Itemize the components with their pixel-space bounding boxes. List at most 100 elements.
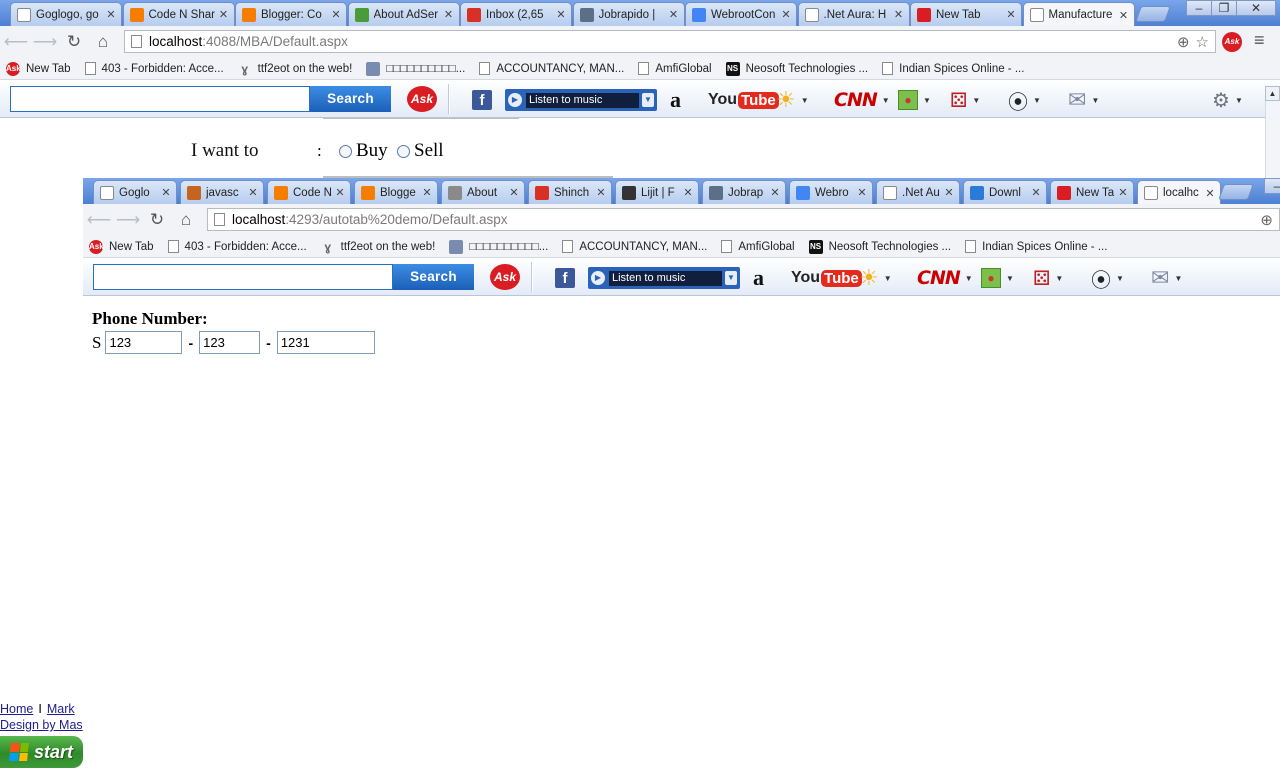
cnn-icon[interactable]: CNN ▼ [917,267,973,289]
cnn-icon[interactable]: CNN ▼ [834,89,890,111]
bookmark-item[interactable]: AmfiGlobal [721,240,795,253]
close-tab-icon[interactable]: ✕ [769,186,781,199]
browser-tab[interactable]: New Tab ✕ [910,2,1022,26]
close-tab-icon[interactable]: ✕ [943,186,955,199]
bookmark-item[interactable]: NS Neosoft Technologies ... [725,61,868,76]
reload-icon[interactable]: ↻ [144,208,170,232]
home-icon[interactable]: ⌂ [90,30,116,54]
music-player[interactable]: ▶ Listen to music ▼ [588,267,740,289]
browser-tab[interactable]: localhc ✕ [1137,180,1221,205]
outer-address-bar[interactable]: localhost:4088/MBA/Default.aspx ⊕ ☆ [124,30,1216,53]
close-tab-icon[interactable]: ✕ [595,186,607,199]
new-tab-button[interactable] [1135,6,1171,22]
close-tab-icon[interactable]: ✕ [421,186,433,199]
close-tab-icon[interactable]: ✕ [1005,8,1017,21]
bookmark-item[interactable]: ACCOUNTANCY, MAN... [479,62,624,75]
bookmark-item[interactable]: Indian Spices Online - ... [882,62,1024,75]
browser-tab[interactable]: javasc ✕ [180,180,264,204]
browser-tab[interactable]: Goglogo, go ✕ [10,2,122,26]
music-player[interactable]: ▶ Listen to music ▼ [505,89,657,111]
inner-address-bar[interactable]: localhost:4293/autotab%20demo/Default.as… [207,208,1280,231]
youtube-icon[interactable]: You Tube [791,267,862,289]
browser-tab[interactable]: Shinch ✕ [528,180,612,204]
mail-icon[interactable]: ✉ ▼ [1068,87,1099,112]
amazon-icon[interactable]: a [670,87,681,112]
reload-icon[interactable]: ↻ [61,30,87,54]
forward-icon[interactable]: ⟶ [115,208,141,232]
close-tab-icon[interactable]: ✕ [780,8,792,21]
browser-tab[interactable]: Inbox (2,65 ✕ [460,2,572,26]
games-dice-icon[interactable]: ⚄ ▼ [1033,267,1063,290]
amazon-icon[interactable]: a [753,265,764,290]
close-tab-icon[interactable]: ✕ [1117,186,1129,199]
bookmark-item[interactable]: NS Neosoft Technologies ... [808,239,951,254]
phone-area-code-field[interactable] [105,331,183,354]
close-tab-icon[interactable]: ✕ [555,8,567,21]
forward-icon[interactable]: ⟶ [32,30,58,54]
weather-icon[interactable]: ☀ ▼ [776,87,809,112]
browser-tab[interactable]: About ✕ [441,180,525,204]
bookmark-item[interactable]: AmfiGlobal [638,62,712,75]
ask-search-input[interactable] [93,264,393,290]
ask-search-input[interactable] [10,86,310,112]
close-tab-icon[interactable]: ✕ [668,8,680,21]
phone-exchange-field[interactable] [199,331,261,354]
buy-radio[interactable] [339,144,352,158]
bookmark-item[interactable]: Indian Spices Online - ... [965,240,1107,253]
browser-tab[interactable]: Jobrap ✕ [702,180,786,204]
ask-logo-icon[interactable]: Ask [407,86,437,112]
gear-icon[interactable]: ⚙ ▼ [1212,89,1243,112]
play-icon[interactable]: ▶ [591,271,605,285]
maps-icon[interactable]: ● ▼ [981,267,1014,289]
chevron-down-icon[interactable]: ▼ [725,271,737,285]
close-tab-icon[interactable]: ✕ [247,186,259,199]
sell-radio[interactable] [397,144,410,158]
close-tab-icon[interactable]: ✕ [1030,186,1042,199]
browser-tab[interactable]: Downl ✕ [963,180,1047,204]
weather-icon[interactable]: ☀ ▼ [859,265,892,290]
zoom-icon[interactable]: ⊕ [1260,211,1273,229]
close-tab-icon[interactable]: ✕ [893,8,905,21]
ask-extension-icon[interactable]: Ask [1222,32,1242,52]
maps-icon[interactable]: ● ▼ [898,89,931,111]
browser-tab[interactable]: Lijit | F ✕ [615,180,699,204]
close-tab-icon[interactable]: ✕ [160,186,172,199]
zoom-icon[interactable]: ⊕ [1177,33,1190,51]
browser-tab[interactable]: Jobrapido | ✕ [572,2,685,26]
close-tab-icon[interactable]: ✕ [105,8,117,21]
dictionary-icon[interactable]: ⦿ ▼ [1008,89,1041,114]
new-tab-button[interactable] [1218,184,1254,200]
footer-design-link[interactable]: Design by Mas [0,718,83,732]
browser-tab[interactable]: New Ta ✕ [1050,180,1134,204]
bookmark-star-icon[interactable]: ☆ [1196,33,1209,51]
browser-tab[interactable]: Blogger: Co ✕ [235,2,347,26]
close-tab-icon[interactable]: ✕ [1204,187,1216,200]
bookmark-item[interactable]: ɣ ttf2eot on the web! [321,240,435,254]
restore-icon[interactable]: ❐ [1211,0,1237,16]
browser-tab[interactable]: WebrootCon ✕ [685,2,797,26]
bookmark-item[interactable]: □□□□□□□□□□... [366,61,465,76]
browser-tab[interactable]: Manufacture ✕ [1022,2,1135,27]
browser-tab[interactable]: .Net Au ✕ [876,180,960,204]
bookmark-item[interactable]: Ask New Tab [6,61,71,76]
ask-search-button[interactable]: Search [310,86,391,112]
ask-logo-icon[interactable]: Ask [490,264,520,290]
home-icon[interactable]: ⌂ [173,208,199,232]
browser-tab[interactable]: .Net Aura: H ✕ [797,2,910,26]
minimize-icon[interactable]: – [1186,0,1212,16]
sell-radio-option[interactable]: Sell [397,140,444,162]
bookmark-item[interactable]: □□□□□□□□□□... [449,239,548,254]
browser-tab[interactable]: Code N Shar ✕ [122,2,235,26]
scrollbar-up-arrow[interactable]: ▲ [1265,86,1280,101]
facebook-icon[interactable]: f [555,267,575,289]
bookmark-item[interactable]: 403 - Forbidden: Acce... [84,62,224,75]
mail-icon[interactable]: ✉ ▼ [1151,265,1182,290]
close-tab-icon[interactable]: ✕ [1118,9,1130,22]
browser-tab[interactable]: Blogge ✕ [354,180,438,204]
browser-tab[interactable]: Webro ✕ [789,180,873,204]
footer-home-link[interactable]: Home [0,702,33,716]
ask-search-button[interactable]: Search [393,264,474,290]
browser-tab[interactable]: Goglo ✕ [93,180,177,204]
close-tab-icon[interactable]: ✕ [856,186,868,199]
close-tab-icon[interactable]: ✕ [334,186,346,199]
